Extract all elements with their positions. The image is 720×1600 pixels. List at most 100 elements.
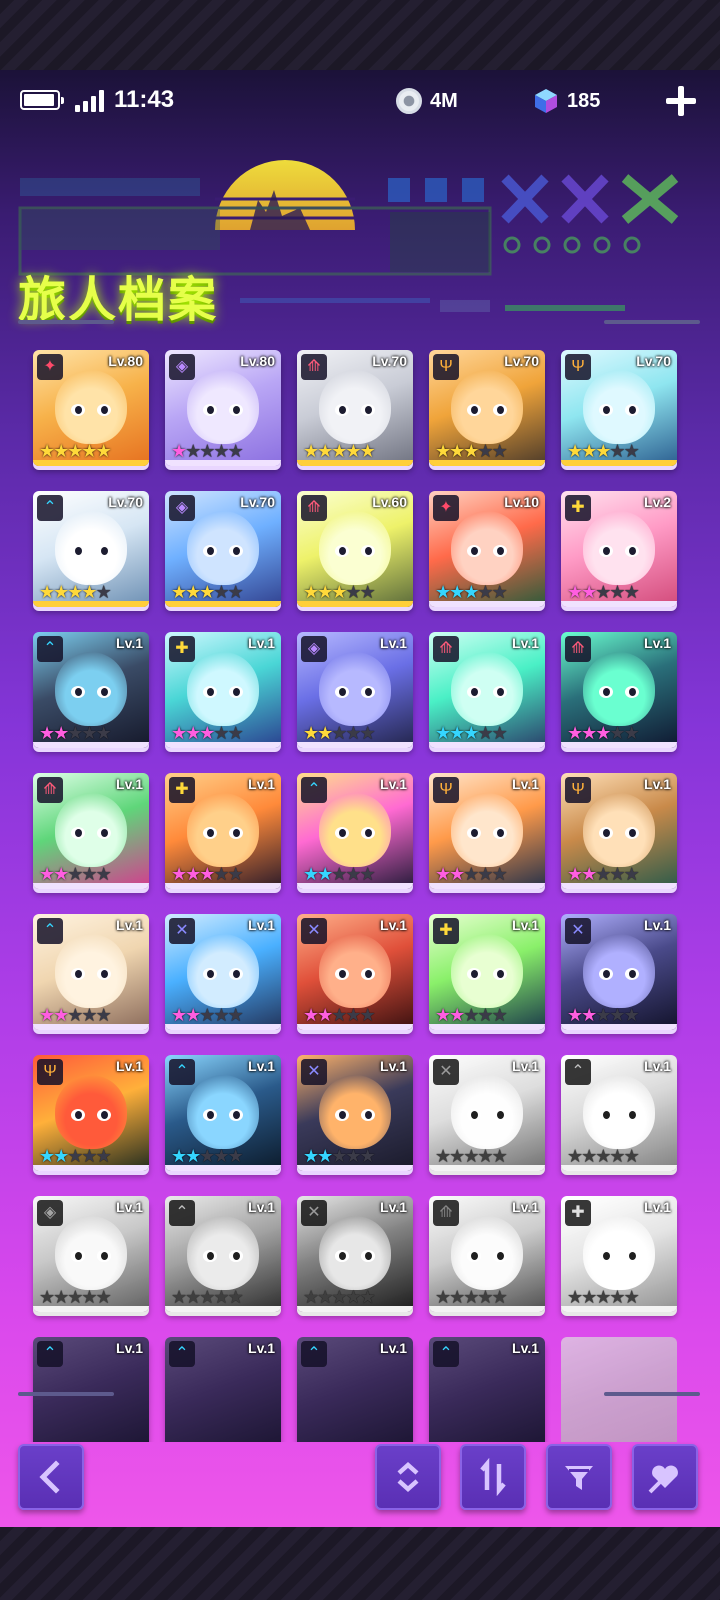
sort-button[interactable] <box>460 1444 526 1510</box>
portrait-eye <box>625 404 639 416</box>
star-icon: ★ <box>227 1005 244 1025</box>
expand-collapse-button[interactable] <box>375 1444 441 1510</box>
star-icon: ★ <box>567 1005 583 1025</box>
star-icon: ★ <box>53 582 69 602</box>
character-card[interactable]: Ψ Lv.70 ★★★★★ <box>429 350 545 466</box>
rarity-bar <box>165 1306 281 1312</box>
character-card[interactable]: ◈ Lv.1 ★★★★★ <box>297 632 413 748</box>
portrait-eye <box>493 827 507 839</box>
character-card[interactable]: ⟰ Lv.1 ★★★★★ <box>429 1196 545 1312</box>
character-card[interactable]: ⟰ Lv.70 ★★★★★ <box>297 350 413 466</box>
character-card[interactable]: ⌃ Lv.1 ★★★★★ <box>165 1055 281 1171</box>
coin-counter[interactable]: 4M <box>396 86 458 116</box>
portrait-eye <box>361 686 375 698</box>
star-icon: ★ <box>227 441 244 461</box>
character-card[interactable]: Ψ Lv.1 ★★★★★ <box>33 1055 149 1171</box>
character-card[interactable]: ✕ Lv.1 ★★★★★ <box>297 914 413 1030</box>
gem-counter[interactable]: 185 <box>533 86 600 116</box>
level-label: Lv.1 <box>512 1058 539 1074</box>
character-card[interactable]: ⌃ Lv.1 <box>429 1337 545 1442</box>
level-label: Lv.70 <box>240 494 275 510</box>
filter-button[interactable] <box>546 1444 612 1510</box>
character-card[interactable]: Ψ Lv.1 ★★★★★ <box>561 773 677 889</box>
character-card[interactable]: ⌃ Lv.1 ★★★★★ <box>165 1196 281 1312</box>
character-card[interactable]: ✚ Lv.2 ★★★★★ <box>561 491 677 607</box>
portrait-eye <box>335 686 349 698</box>
back-button[interactable] <box>18 1444 84 1510</box>
archer-icon: ⟰ <box>433 636 459 662</box>
character-card[interactable]: ⟰ Lv.1 ★★★★★ <box>429 632 545 748</box>
character-card[interactable]: ✚ Lv.1 ★★★★★ <box>165 632 281 748</box>
character-card[interactable]: Ψ Lv.70 ★★★★★ <box>561 350 677 466</box>
portrait-eye <box>625 1109 639 1121</box>
portrait-eye <box>229 404 243 416</box>
archer-icon: ⟰ <box>433 1200 459 1226</box>
character-portrait <box>187 370 259 444</box>
star-icon: ★ <box>213 441 229 461</box>
character-card[interactable]: ⌃ Lv.1 <box>165 1337 281 1442</box>
gem-cube-icon <box>535 89 557 113</box>
star-icon: ★ <box>435 1005 451 1025</box>
star-icon: ★ <box>449 864 465 884</box>
portrait-eye <box>97 827 111 839</box>
character-card[interactable]: ✕ Lv.1 ★★★★★ <box>561 914 677 1030</box>
character-card[interactable]: ✕ Lv.1 ★★★★★ <box>165 914 281 1030</box>
star-icon: ★ <box>463 582 479 602</box>
character-card[interactable]: ✦ Lv.10 ★★★★★ <box>429 491 545 607</box>
star-icon: ★ <box>623 441 640 461</box>
portrait-eye <box>203 404 217 416</box>
character-card[interactable]: ✦ Lv.80 ★★★★★ <box>33 350 149 466</box>
star-icon: ★ <box>39 441 55 461</box>
character-card[interactable]: ⌃ Lv.70 ★★★★★ <box>33 491 149 607</box>
character-card[interactable]: ⌃ Lv.1 <box>297 1337 413 1442</box>
character-card[interactable]: ⟰ Lv.60 ★★★★★ <box>297 491 413 607</box>
character-card[interactable]: ⌃ Lv.1 ★★★★★ <box>33 914 149 1030</box>
character-card[interactable]: ⌃ Lv.1 ★★★★★ <box>297 773 413 889</box>
character-portrait <box>583 511 655 585</box>
character-card[interactable]: ◈ Lv.1 ★★★★★ <box>33 1196 149 1312</box>
star-rating: ★★★★★ <box>435 1005 508 1025</box>
rarity-bar <box>297 1306 413 1312</box>
star-rating: ★★★★★ <box>39 1147 112 1165</box>
portrait-eye <box>229 827 243 839</box>
star-icon: ★ <box>491 1146 508 1166</box>
star-icon: ★ <box>359 864 376 884</box>
rarity-bar <box>33 1024 149 1030</box>
character-card[interactable]: ✕ Lv.1 ★★★★★ <box>297 1196 413 1312</box>
character-card[interactable]: ✕ Lv.1 ★★★★★ <box>429 1055 545 1171</box>
favorite-button[interactable] <box>632 1444 698 1510</box>
character-card[interactable]: ⌃ Lv.1 ★★★★★ <box>33 632 149 748</box>
character-card[interactable]: ✕ Lv.1 ★★★★★ <box>297 1055 413 1171</box>
star-icon: ★ <box>567 582 583 602</box>
star-icon: ★ <box>449 1146 465 1166</box>
character-card[interactable]: ◈ Lv.70 ★★★★★ <box>165 491 281 607</box>
character-portrait <box>583 934 655 1008</box>
star-rating: ★★★★★ <box>303 442 376 460</box>
character-card[interactable]: ✚ Lv.1 ★★★★★ <box>561 1196 677 1312</box>
battery-icon <box>20 90 64 110</box>
star-icon: ★ <box>609 1005 625 1025</box>
character-portrait <box>55 370 127 444</box>
character-card[interactable]: ⟰ Lv.1 ★★★★★ <box>561 632 677 748</box>
character-card[interactable]: ✚ Lv.1 ★★★★★ <box>165 773 281 889</box>
character-card[interactable]: ◈ Lv.80 ★★★★★ <box>165 350 281 466</box>
add-currency-button[interactable] <box>666 86 696 116</box>
star-rating: ★★★★★ <box>435 724 508 742</box>
character-card[interactable]: ⌃ Lv.1 ★★★★★ <box>561 1055 677 1171</box>
star-rating: ★★★★★ <box>39 582 112 602</box>
character-card[interactable]: ⟰ Lv.1 ★★★★★ <box>33 773 149 889</box>
guardian-icon: Ψ <box>565 777 591 803</box>
star-icon: ★ <box>81 582 97 602</box>
portrait-eye <box>361 545 375 557</box>
star-icon: ★ <box>359 723 376 743</box>
level-label: Lv.1 <box>644 1199 671 1215</box>
character-card[interactable] <box>561 1337 677 1442</box>
character-portrait <box>451 511 523 585</box>
character-card[interactable]: ✚ Lv.1 ★★★★★ <box>429 914 545 1030</box>
character-card[interactable]: Ψ Lv.1 ★★★★★ <box>429 773 545 889</box>
level-label: Lv.1 <box>380 1340 407 1356</box>
rarity-bar <box>165 601 281 607</box>
character-portrait <box>55 511 127 585</box>
star-rating: ★★★★★ <box>39 1006 112 1024</box>
character-card[interactable]: ⌃ Lv.1 <box>33 1337 149 1442</box>
